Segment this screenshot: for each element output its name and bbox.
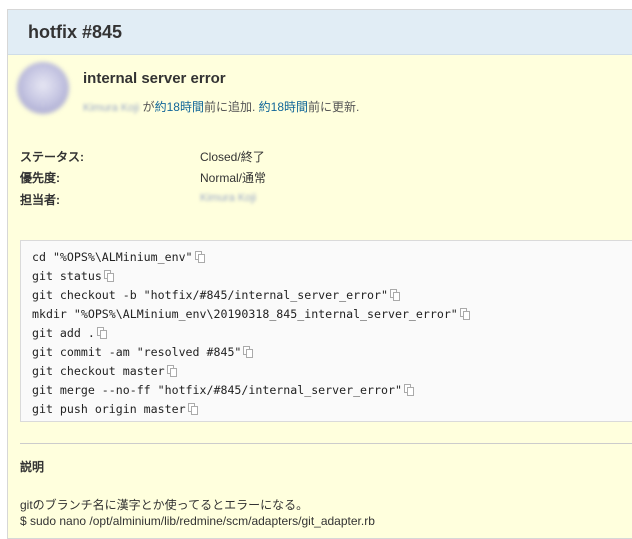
- copy-icon[interactable]: [459, 308, 470, 320]
- code-line: cd "%OPS%\ALMinium_env": [32, 248, 632, 267]
- copy-icon[interactable]: [103, 270, 114, 282]
- author-link[interactable]: Kimura Koji: [83, 102, 139, 114]
- code-block: cd "%OPS%\ALMinium_env" git status git c…: [20, 240, 632, 422]
- meta-by: が: [142, 100, 155, 114]
- updated-suffix: 前に更新.: [308, 100, 360, 114]
- copy-icon[interactable]: [403, 384, 414, 396]
- issue-title: hotfix #845: [28, 22, 123, 42]
- updated-time-link[interactable]: 約18時間: [259, 100, 308, 114]
- description-line: $ sudo nano /opt/alminium/lib/redmine/sc…: [20, 514, 375, 528]
- assignee-label: 担当者:: [20, 193, 60, 207]
- copy-icon[interactable]: [389, 289, 400, 301]
- status-value: Closed/終了: [200, 150, 265, 164]
- code-line: git commit -am "resolved #845": [32, 343, 632, 362]
- copy-icon[interactable]: [166, 365, 177, 377]
- issue-header: hotfix #845: [8, 10, 632, 55]
- copy-icon[interactable]: [194, 251, 205, 263]
- code-line: git push origin master: [32, 400, 632, 419]
- copy-icon[interactable]: [187, 403, 198, 415]
- assignee-value[interactable]: Kimura Koji: [200, 192, 256, 204]
- copy-icon[interactable]: [96, 327, 107, 339]
- section-divider: [20, 443, 632, 444]
- description-heading: 説明: [20, 460, 45, 474]
- issue-subject: internal server error: [83, 70, 226, 87]
- code-line: git merge --no-ff "hotfix/#845/internal_…: [32, 381, 632, 400]
- status-label: ステータス:: [20, 150, 84, 164]
- code-line: git checkout master: [32, 362, 632, 381]
- issue-meta: Kimura Koji が約18時間前に追加. 約18時間前に更新.: [83, 98, 359, 115]
- description-line: gitのブランチ名に漢字とか使ってるとエラーになる。: [20, 498, 309, 512]
- copy-icon[interactable]: [243, 346, 254, 358]
- code-line: git status: [32, 267, 632, 286]
- author-avatar: [17, 62, 69, 114]
- code-line: git add .: [32, 324, 632, 343]
- priority-label: 優先度:: [20, 171, 60, 185]
- code-line: git checkout -b "hotfix/#845/internal_se…: [32, 286, 632, 305]
- code-line: mkdir "%OPS%\ALMinium_env\20190318_845_i…: [32, 305, 632, 324]
- created-time-link[interactable]: 約18時間: [155, 100, 204, 114]
- created-suffix: 前に追加.: [203, 100, 256, 114]
- priority-value: Normal/通常: [200, 171, 267, 185]
